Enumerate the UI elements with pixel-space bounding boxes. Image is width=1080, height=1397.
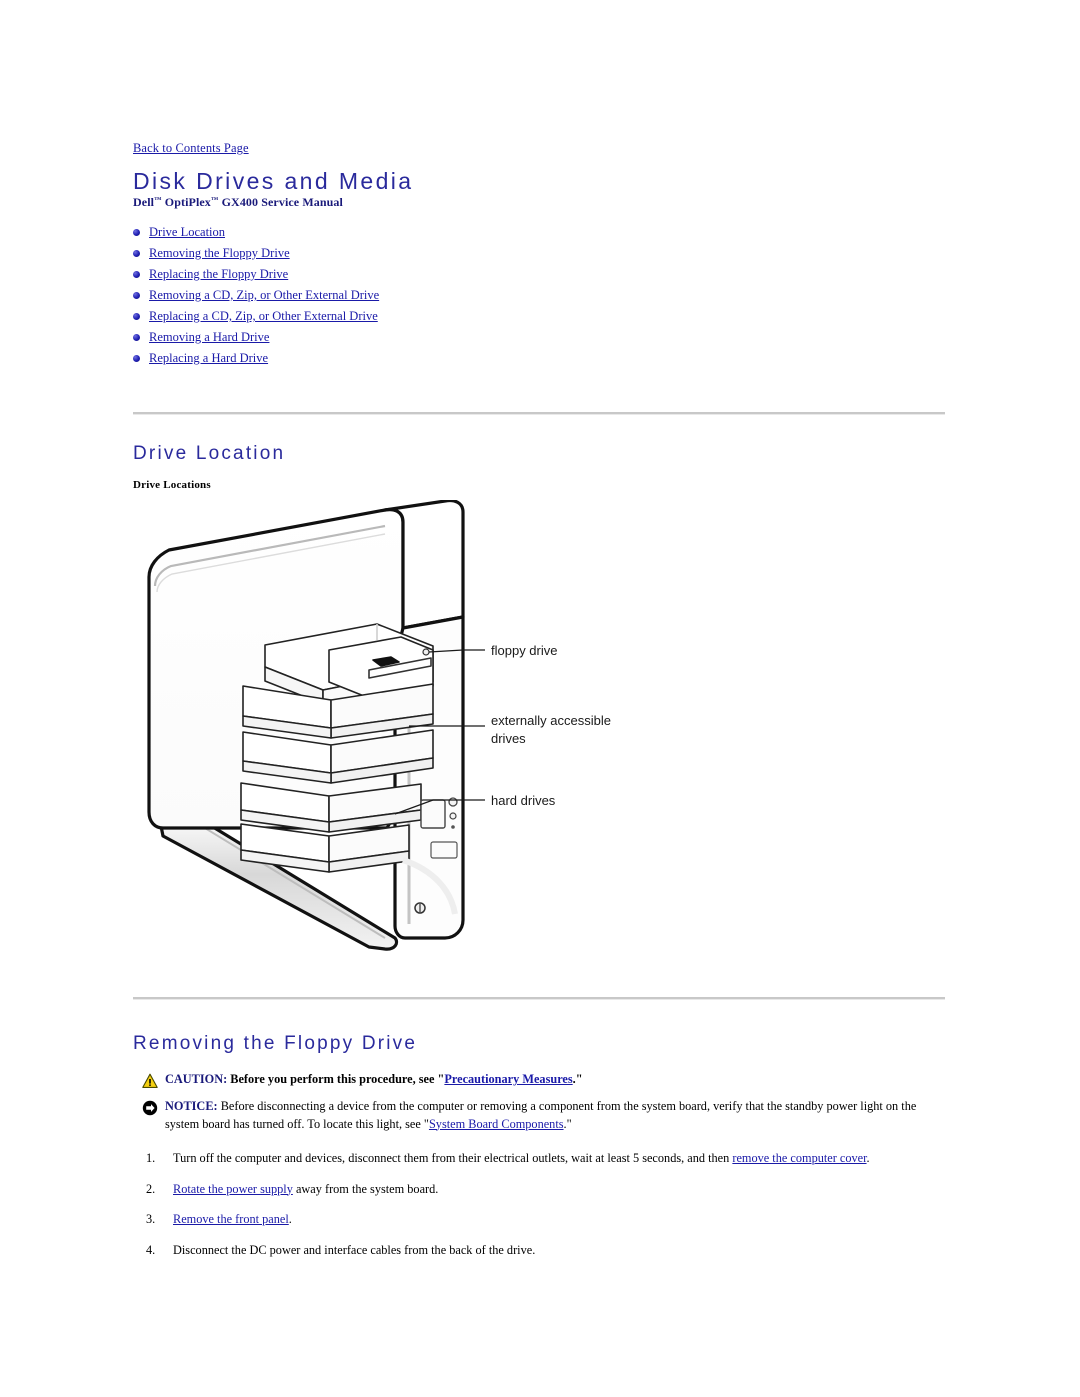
- caution-text: CAUTION: Before you perform this procedu…: [165, 1071, 583, 1089]
- caution-admonition: CAUTION: Before you perform this procedu…: [142, 1071, 942, 1089]
- list-item[interactable]: Replacing the Floppy Drive: [133, 264, 833, 285]
- list-item: 2. Rotate the power supply away from the…: [142, 1181, 942, 1199]
- toc-link-removing-external-drive[interactable]: Removing a CD, Zip, or Other External Dr…: [149, 285, 379, 306]
- procedure-steps: 1. Turn off the computer and devices, di…: [142, 1150, 942, 1272]
- bullet-icon: [133, 334, 140, 341]
- callout-label-external-drives-line1: externally accessible: [491, 713, 611, 728]
- callout-external-line1: externally accessible: [491, 713, 611, 728]
- toc-link-replacing-external-drive[interactable]: Replacing a CD, Zip, or Other External D…: [149, 306, 378, 327]
- computer-tower-illustration: floppy drive externally accessible drive…: [147, 500, 611, 951]
- trademark-icon-1: ™: [154, 195, 162, 204]
- notice-keyword: NOTICE:: [165, 1099, 218, 1113]
- bullet-icon: [133, 229, 140, 236]
- bullet-icon: [133, 313, 140, 320]
- figure-caption-drive-locations: Drive Locations: [133, 479, 211, 491]
- rotate-power-supply-link[interactable]: Rotate the power supply: [173, 1182, 293, 1196]
- caution-text-after: .": [572, 1072, 583, 1086]
- list-item[interactable]: Removing a CD, Zip, or Other External Dr…: [133, 285, 833, 306]
- step-text-before: Turn off the computer and devices, disco…: [173, 1151, 733, 1165]
- document-page: Back to Contents Page Disk Drives and Me…: [133, 0, 945, 1397]
- callout-label-external-drives-line2: drives: [491, 731, 526, 746]
- callout-label-floppy-drive: floppy drive: [491, 643, 557, 658]
- section-divider: [133, 997, 945, 1000]
- bullet-icon: [133, 271, 140, 278]
- back-to-contents-row: Back to Contents Page: [133, 139, 249, 157]
- caution-text-before: Before you perform this procedure, see ": [227, 1072, 445, 1086]
- page-title: Disk Drives and Media: [133, 168, 414, 194]
- step-number: 2.: [146, 1181, 156, 1196]
- section-divider: [133, 412, 945, 415]
- subtitle-optiplex: OptiPlex: [161, 195, 211, 209]
- bullet-icon: [133, 250, 140, 257]
- toc-link-replacing-floppy-drive[interactable]: Replacing the Floppy Drive: [149, 264, 288, 285]
- system-board-components-link[interactable]: System Board Components: [429, 1117, 564, 1131]
- step-text: Remove the front panel.: [173, 1211, 292, 1229]
- callout-label-hard-drives: hard drives: [491, 793, 556, 808]
- callout-floppy-text: floppy drive: [491, 643, 557, 658]
- notice-admonition: NOTICE: Before disconnecting a device fr…: [142, 1098, 942, 1133]
- step-text-after: .: [288, 1212, 292, 1226]
- table-of-contents: Drive Location Removing the Floppy Drive…: [133, 222, 833, 369]
- list-item[interactable]: Replacing a CD, Zip, or Other External D…: [133, 306, 833, 327]
- callout-hard-text: hard drives: [491, 793, 556, 808]
- remove-front-panel-link[interactable]: Remove the front panel: [173, 1212, 289, 1226]
- back-to-contents-link[interactable]: Back to Contents Page: [133, 141, 249, 155]
- precautionary-measures-link[interactable]: Precautionary Measures: [444, 1072, 572, 1086]
- toc-link-replacing-hard-drive[interactable]: Replacing a Hard Drive: [149, 348, 268, 369]
- list-item: 4. Disconnect the DC power and interface…: [142, 1242, 942, 1260]
- step-number: 3.: [146, 1212, 156, 1226]
- step-text: Rotate the power supply away from the sy…: [173, 1181, 438, 1199]
- trademark-icon-2: ™: [210, 195, 219, 204]
- step-number: 1.: [146, 1151, 156, 1165]
- list-item[interactable]: Removing a Hard Drive: [133, 327, 833, 348]
- list-item: 1. Turn off the computer and devices, di…: [142, 1150, 942, 1168]
- notice-text: NOTICE: Before disconnecting a device fr…: [165, 1098, 942, 1133]
- toc-link-drive-location[interactable]: Drive Location: [149, 222, 225, 243]
- toc-link-removing-floppy-drive[interactable]: Removing the Floppy Drive: [149, 243, 290, 264]
- step-text: Disconnect the DC power and interface ca…: [173, 1242, 535, 1260]
- step-text-before: Disconnect the DC power and interface ca…: [173, 1242, 536, 1257]
- figure-drive-locations: floppy drive externally accessible drive…: [133, 500, 653, 970]
- caution-keyword: CAUTION:: [165, 1072, 228, 1086]
- subtitle-model: GX400 Service Manual: [218, 195, 343, 209]
- remove-computer-cover-link[interactable]: remove the computer cover: [732, 1151, 866, 1165]
- step-number: 4.: [146, 1242, 156, 1257]
- notice-arrow-icon: [142, 1100, 158, 1116]
- callout-external-line2: drives: [491, 731, 526, 746]
- toc-link-removing-hard-drive[interactable]: Removing a Hard Drive: [149, 327, 269, 348]
- warning-triangle-icon: [142, 1073, 158, 1089]
- bullet-icon: [133, 292, 140, 299]
- section-heading-drive-location: Drive Location: [133, 443, 286, 464]
- bullet-icon: [133, 355, 140, 362]
- list-item[interactable]: Drive Location: [133, 222, 833, 243]
- drive-bay-stack: [240, 623, 434, 873]
- section-heading-removing-floppy-drive: Removing the Floppy Drive: [133, 1033, 418, 1054]
- list-item[interactable]: Removing the Floppy Drive: [133, 243, 833, 264]
- subtitle-dell: Dell: [133, 195, 155, 209]
- page-subtitle: Dell™ OptiPlex™ GX400 Service Manual: [133, 195, 343, 210]
- step-text-after: .: [866, 1151, 870, 1165]
- step-text: Turn off the computer and devices, disco…: [173, 1150, 870, 1168]
- notice-text-after: .": [563, 1116, 572, 1131]
- list-item: 3. Remove the front panel.: [142, 1211, 942, 1229]
- step-text-after: away from the system board.: [292, 1181, 439, 1196]
- list-item[interactable]: Replacing a Hard Drive: [133, 348, 833, 369]
